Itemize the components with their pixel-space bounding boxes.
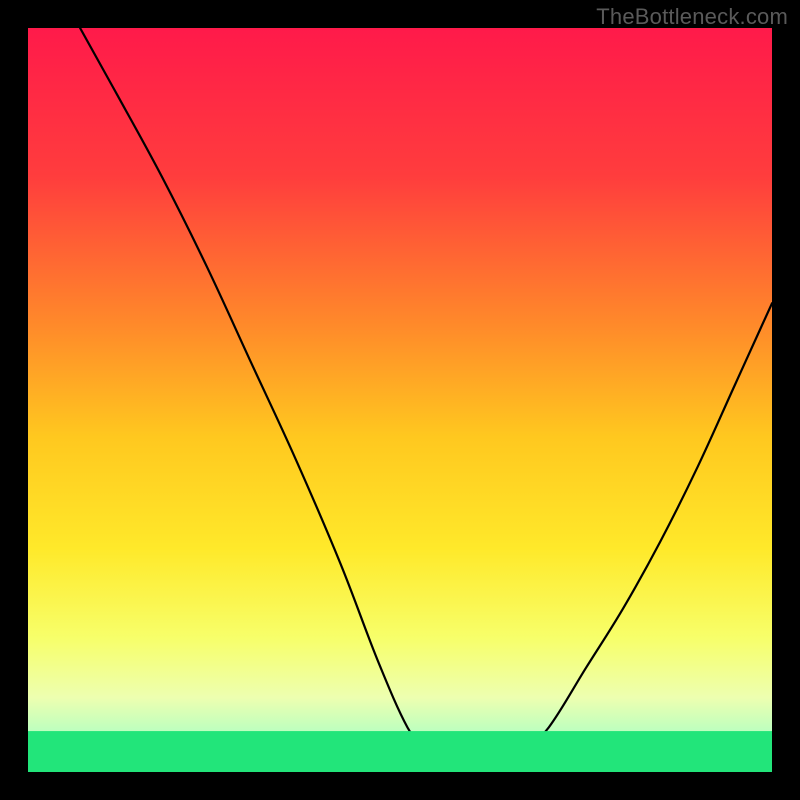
watermark-text: TheBottleneck.com	[596, 4, 788, 30]
bottleneck-chart	[0, 0, 800, 800]
chart-frame: TheBottleneck.com	[0, 0, 800, 800]
